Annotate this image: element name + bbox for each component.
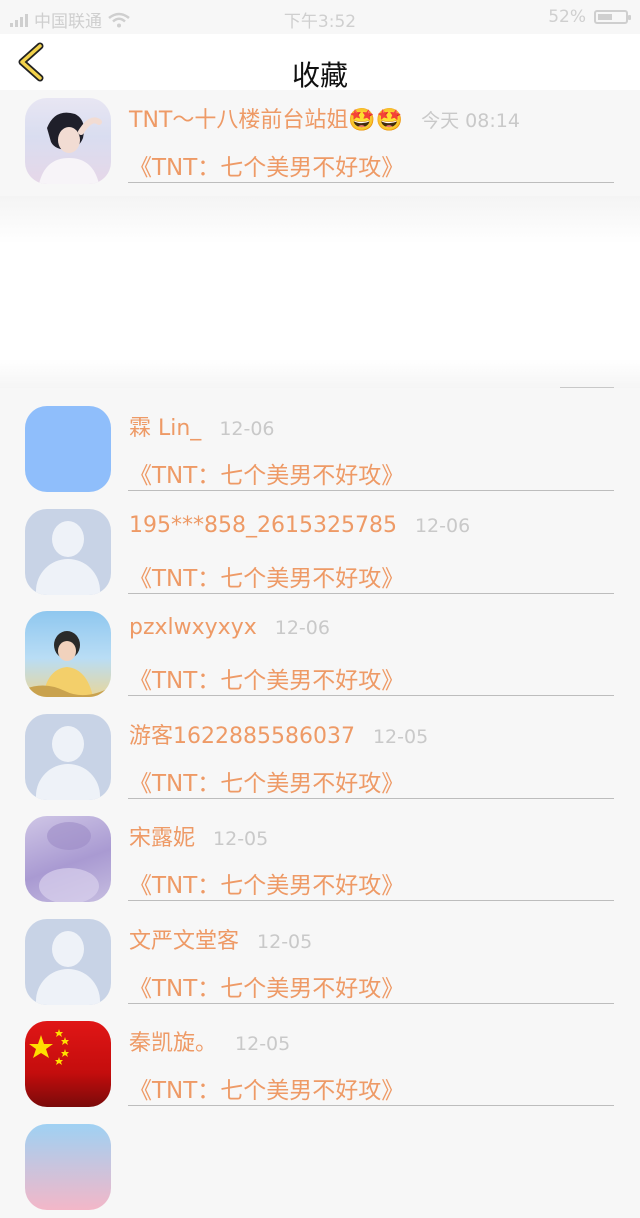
name-row: 游客1622885586037 12-05 bbox=[129, 718, 428, 750]
avatar bbox=[25, 816, 111, 902]
divider bbox=[128, 798, 614, 799]
name-row: 霖 Lin_ 12-06 bbox=[129, 410, 275, 442]
book-title[interactable]: 《TNT：七个美男不好攻》 bbox=[129, 764, 404, 798]
timestamp: 12-06 bbox=[274, 617, 330, 639]
divider bbox=[128, 695, 614, 696]
status-bar: 中国联通 下午3:52 52% bbox=[0, 0, 640, 34]
name-row: TNT～十八楼前台站姐🤩🤩 今天 08:14 bbox=[129, 102, 520, 134]
user-name[interactable]: 195***858_2615325785 bbox=[129, 513, 397, 538]
name-row: 宋露妮 12-05 bbox=[129, 820, 268, 852]
default-avatar-icon bbox=[52, 521, 84, 557]
user-name[interactable]: 秦凯旋。 bbox=[129, 1025, 217, 1057]
list-item[interactable]: 秦凯旋。 12-05 《TNT：七个美男不好攻》 bbox=[0, 1013, 640, 1115]
avatar bbox=[25, 714, 111, 800]
avatar-photo-icon bbox=[25, 631, 111, 697]
book-title[interactable]: 《TNT：七个美男不好攻》 bbox=[129, 148, 404, 182]
user-name[interactable]: 游客1622885586037 bbox=[129, 718, 355, 750]
name-row: 秦凯旋。 12-05 bbox=[129, 1025, 290, 1057]
list-item[interactable]: TNT～十八楼前台站姐🤩🤩 今天 08:14 《TNT：七个美男不好攻》 bbox=[0, 90, 640, 192]
book-title[interactable]: 《TNT：七个美男不好攻》 bbox=[129, 559, 404, 593]
battery-percent: 52% bbox=[548, 7, 586, 27]
timestamp: 12-05 bbox=[213, 828, 269, 850]
divider bbox=[128, 1105, 614, 1106]
avatar bbox=[25, 406, 111, 492]
name-row: 文严文堂客 12-05 bbox=[129, 923, 312, 955]
avatar bbox=[25, 611, 111, 697]
status-time: 下午3:52 bbox=[283, 12, 357, 32]
user-name[interactable]: 文严文堂客 bbox=[129, 923, 239, 955]
page-title: 收藏 bbox=[291, 59, 348, 92]
timestamp: 今天 08:14 bbox=[421, 110, 520, 132]
avatar bbox=[25, 509, 111, 595]
status-right: 52% bbox=[548, 7, 631, 27]
book-title[interactable]: 《TNT：七个美男不好攻》 bbox=[129, 969, 404, 1003]
list-item[interactable]: 文严文堂客 12-05 《TNT：七个美男不好攻》 bbox=[0, 911, 640, 1013]
name-row: pzxlwxyxyx 12-06 bbox=[129, 615, 330, 640]
timestamp: 12-05 bbox=[372, 726, 429, 748]
battery-icon bbox=[594, 10, 631, 24]
user-name[interactable]: pzxlwxyxyx bbox=[129, 615, 257, 640]
nav-bar: 收藏 bbox=[0, 34, 640, 92]
list-item[interactable]: 游客1622885586037 12-05 《TNT：七个美男不好攻》 bbox=[0, 706, 640, 808]
default-avatar-icon bbox=[52, 931, 84, 967]
user-name[interactable]: 宋露妮 bbox=[129, 820, 195, 852]
divider bbox=[128, 593, 614, 594]
divider bbox=[128, 182, 614, 183]
divider bbox=[560, 387, 614, 388]
list-item[interactable]: 宋露妮 12-05 《TNT：七个美男不好攻》 bbox=[0, 808, 640, 910]
china-flag-icon bbox=[29, 1029, 69, 1065]
list-item[interactable]: 195***858_2615325785 12-06 《TNT：七个美男不好攻》 bbox=[0, 501, 640, 603]
list-item[interactable]: pzxlwxyxyx 12-06 《TNT：七个美男不好攻》 bbox=[0, 603, 640, 705]
book-title[interactable]: 《TNT：七个美男不好攻》 bbox=[129, 866, 404, 900]
book-title[interactable]: 《TNT：七个美男不好攻》 bbox=[129, 1071, 404, 1105]
book-title[interactable]: 《TNT：七个美男不好攻》 bbox=[129, 456, 404, 490]
timestamp: 12-05 bbox=[257, 931, 313, 953]
user-name[interactable]: TNT～十八楼前台站姐🤩🤩 bbox=[129, 102, 403, 134]
divider bbox=[128, 1003, 614, 1004]
avatar bbox=[25, 98, 111, 184]
avatar bbox=[25, 1021, 111, 1107]
timestamp: 12-06 bbox=[414, 515, 471, 537]
list-item[interactable]: 霖 Lin_ 12-06 《TNT：七个美男不好攻》 bbox=[0, 398, 640, 500]
timestamp: 12-06 bbox=[219, 418, 275, 440]
divider bbox=[128, 900, 614, 901]
timestamp: 12-05 bbox=[235, 1033, 291, 1055]
divider bbox=[128, 490, 614, 491]
avatar-photo-icon bbox=[39, 822, 99, 902]
blurred-region bbox=[0, 196, 640, 388]
avatar bbox=[25, 1124, 111, 1210]
book-title[interactable]: 《TNT：七个美男不好攻》 bbox=[129, 661, 404, 695]
default-avatar-icon bbox=[52, 726, 84, 762]
name-row: 195***858_2615325785 12-06 bbox=[129, 513, 470, 538]
list-item[interactable] bbox=[0, 1116, 640, 1218]
avatar-photo-icon bbox=[39, 112, 102, 184]
user-name[interactable]: 霖 Lin_ bbox=[129, 410, 201, 442]
avatar bbox=[25, 919, 111, 1005]
